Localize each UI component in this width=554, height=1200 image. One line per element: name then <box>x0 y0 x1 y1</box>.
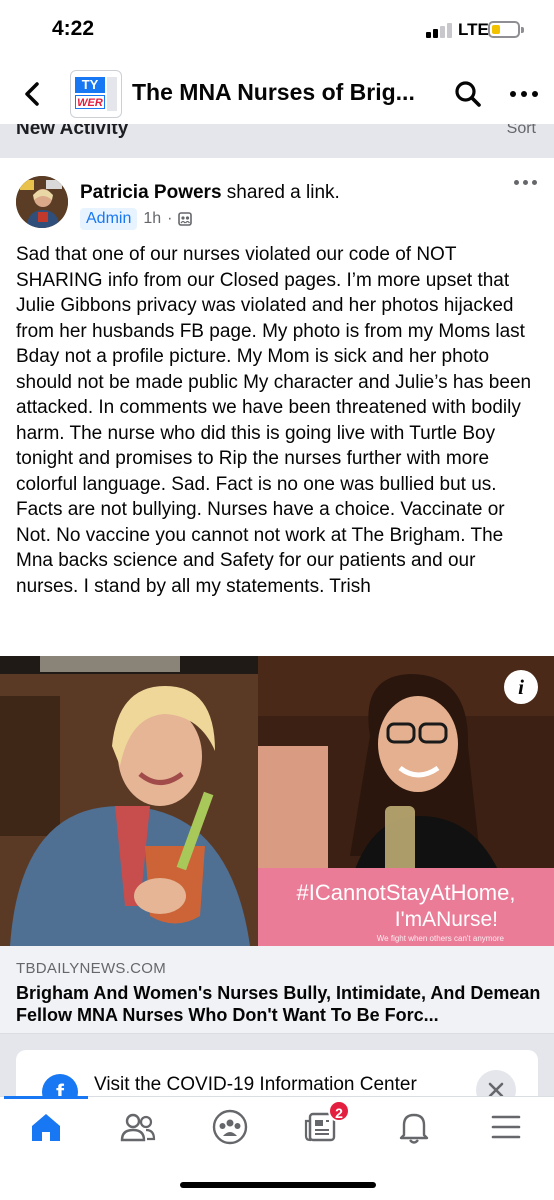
group-title[interactable]: The MNA Nurses of Brig... <box>132 79 415 106</box>
tab-notifications[interactable] <box>386 1105 442 1149</box>
link-preview-image[interactable]: i #ICannotStayAtHome, I'mANurse! We figh… <box>0 656 554 946</box>
author-avatar[interactable] <box>16 176 68 228</box>
home-icon <box>32 1114 60 1141</box>
author-name[interactable]: Patricia Powers <box>80 182 222 203</box>
group-privacy-icon <box>178 212 193 226</box>
post-body: Sad that one of our nurses violated our … <box>16 244 532 597</box>
hashtag-line-1: #ICannotStayAtHome, <box>296 880 516 905</box>
status-bar: 4:22 LTE <box>0 0 554 62</box>
section-bar: New Activity Sort <box>0 124 554 158</box>
news-notification-badge: 2 <box>328 1100 350 1122</box>
covid-info-text: Visit the COVID-19 Information Center <box>94 1074 417 1095</box>
link-title: Brigham And Women's Nurses Bully, Intimi… <box>16 983 541 1025</box>
author-action: shared a link. <box>221 182 340 203</box>
status-time: 4:22 <box>52 17 95 40</box>
post-meta: Admin 1h · <box>80 208 193 230</box>
tab-home[interactable] <box>18 1105 74 1149</box>
post-options-button[interactable] <box>514 180 537 185</box>
link-domain: TBDAILYNEWS.COM <box>16 960 167 977</box>
group-thumbnail[interactable]: TY WER <box>70 70 122 118</box>
hashtag-line-2: I'mANurse! <box>394 908 498 931</box>
hashtag-line-3: We fight when others can't anymore <box>376 934 504 943</box>
more-options-button[interactable] <box>504 76 544 112</box>
search-icon <box>455 81 481 107</box>
more-horizontal-icon <box>514 180 519 185</box>
post-author-line: Patricia Powers shared a link. <box>80 182 340 204</box>
feed-post: Patricia Powers shared a link. Admin 1h … <box>0 158 554 1034</box>
admin-badge: Admin <box>80 208 138 230</box>
section-label: New Activity <box>16 124 129 139</box>
link-preview-meta[interactable]: TBDAILYNEWS.COM Brigham And Women's Nurs… <box>0 946 554 1034</box>
sort-button[interactable]: Sort <box>507 124 536 138</box>
back-button[interactable] <box>14 76 50 112</box>
post-time[interactable]: 1h <box>143 210 161 228</box>
separator-dot: · <box>167 210 173 227</box>
bell-icon <box>399 1113 429 1144</box>
battery-icon <box>488 21 524 38</box>
network-label: LTE <box>458 20 489 39</box>
group-thumb-top-text: TY <box>75 77 105 93</box>
chevron-left-icon <box>25 82 39 106</box>
tab-friends[interactable] <box>110 1105 166 1149</box>
hashtag-banner: #ICannotStayAtHome, I'mANurse! We fight … <box>258 868 554 946</box>
friends-icon <box>120 1113 156 1142</box>
groups-icon <box>212 1109 248 1145</box>
menu-icon <box>491 1115 521 1139</box>
group-thumb-bottom-text: WER <box>75 95 105 109</box>
tab-menu[interactable] <box>478 1105 534 1149</box>
search-button[interactable] <box>450 76 486 112</box>
info-button[interactable]: i <box>504 670 538 704</box>
home-indicator[interactable] <box>180 1182 376 1188</box>
more-horizontal-icon <box>510 91 516 97</box>
group-header: TY WER The MNA Nurses of Brig... <box>0 62 554 124</box>
tab-groups[interactable] <box>202 1105 258 1149</box>
signal-icon <box>426 22 454 38</box>
active-tab-indicator <box>4 1096 88 1099</box>
